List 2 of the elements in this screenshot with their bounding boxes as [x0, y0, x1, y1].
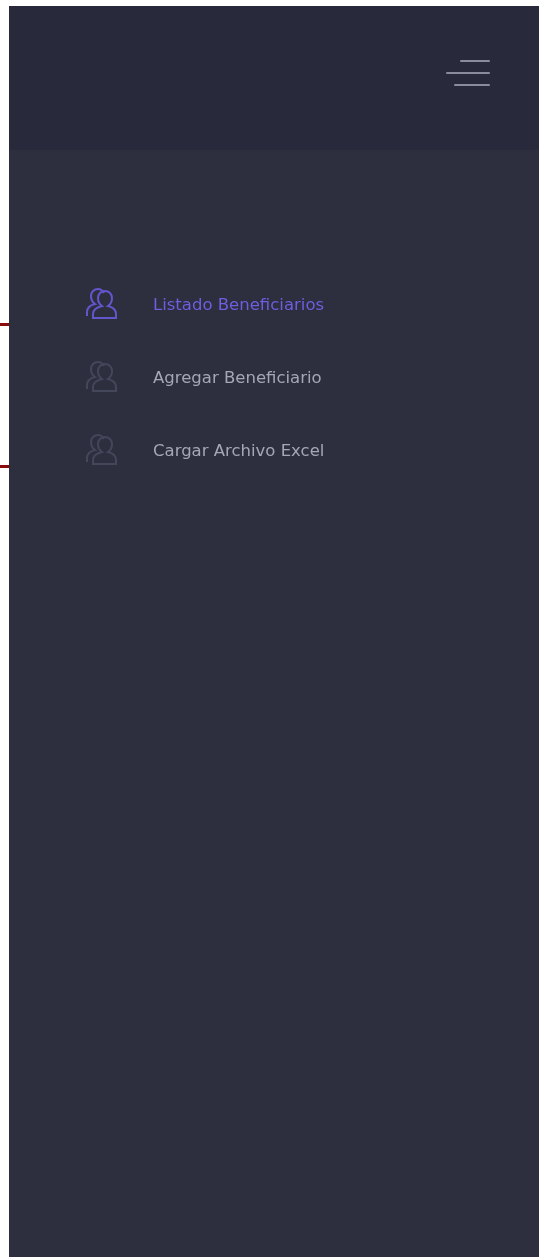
- menu-item[interactable]: Agregar Beneficiario: [79, 359, 322, 395]
- menu-item[interactable]: Cargar Archivo Excel: [79, 432, 325, 468]
